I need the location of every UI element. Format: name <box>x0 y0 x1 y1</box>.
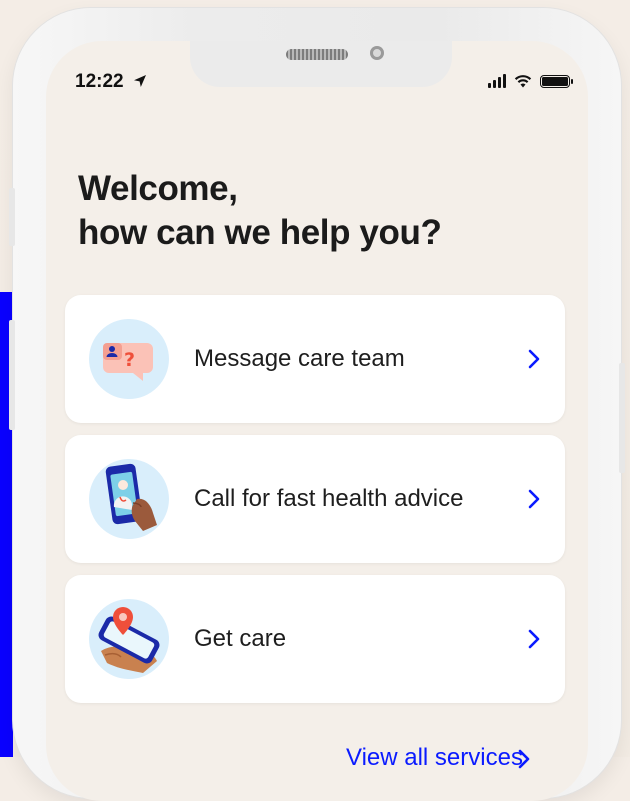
side-button <box>9 320 15 430</box>
battery-icon <box>540 74 573 88</box>
phone-doctor-icon <box>89 459 169 539</box>
card-message-care-team[interactable]: ? Message care team <box>65 295 565 423</box>
cellular-signal-icon <box>488 74 506 88</box>
location-arrow-icon <box>133 75 146 87</box>
side-button <box>619 363 625 473</box>
status-time: 12:22 <box>75 71 147 93</box>
phone-frame: 12:22 Welcome, how can we help you? ? Me… <box>9 8 625 801</box>
speaker-grille <box>286 49 348 60</box>
phone-screen: 12:22 Welcome, how can we help you? ? Me… <box>46 41 588 801</box>
wifi-icon <box>514 75 532 88</box>
view-all-services-link[interactable]: View all services <box>346 744 530 772</box>
title-line-1: Welcome, <box>78 169 238 208</box>
status-time-text: 12:22 <box>75 71 124 92</box>
card-label: Get care <box>194 625 287 652</box>
chevron-right-icon <box>528 349 540 369</box>
map-pin-phone-icon <box>89 599 169 679</box>
front-camera <box>370 46 384 60</box>
side-button <box>9 188 15 246</box>
page-title: Welcome, how can we help you? <box>78 167 442 255</box>
message-bubble-icon: ? <box>89 319 169 399</box>
card-get-care[interactable]: Get care <box>65 575 565 703</box>
chevron-right-icon <box>528 629 540 649</box>
chevron-right-icon <box>518 749 530 769</box>
card-label: Message care team <box>194 345 405 372</box>
card-label: Call for fast health advice <box>194 485 464 512</box>
title-line-2: how can we help you? <box>78 213 442 252</box>
svg-text:?: ? <box>124 349 135 371</box>
view-all-label: View all services <box>346 744 523 771</box>
notch <box>190 41 452 87</box>
card-call-health-advice[interactable]: Call for fast health advice <box>65 435 565 563</box>
status-icons <box>488 74 573 88</box>
chevron-right-icon <box>528 489 540 509</box>
